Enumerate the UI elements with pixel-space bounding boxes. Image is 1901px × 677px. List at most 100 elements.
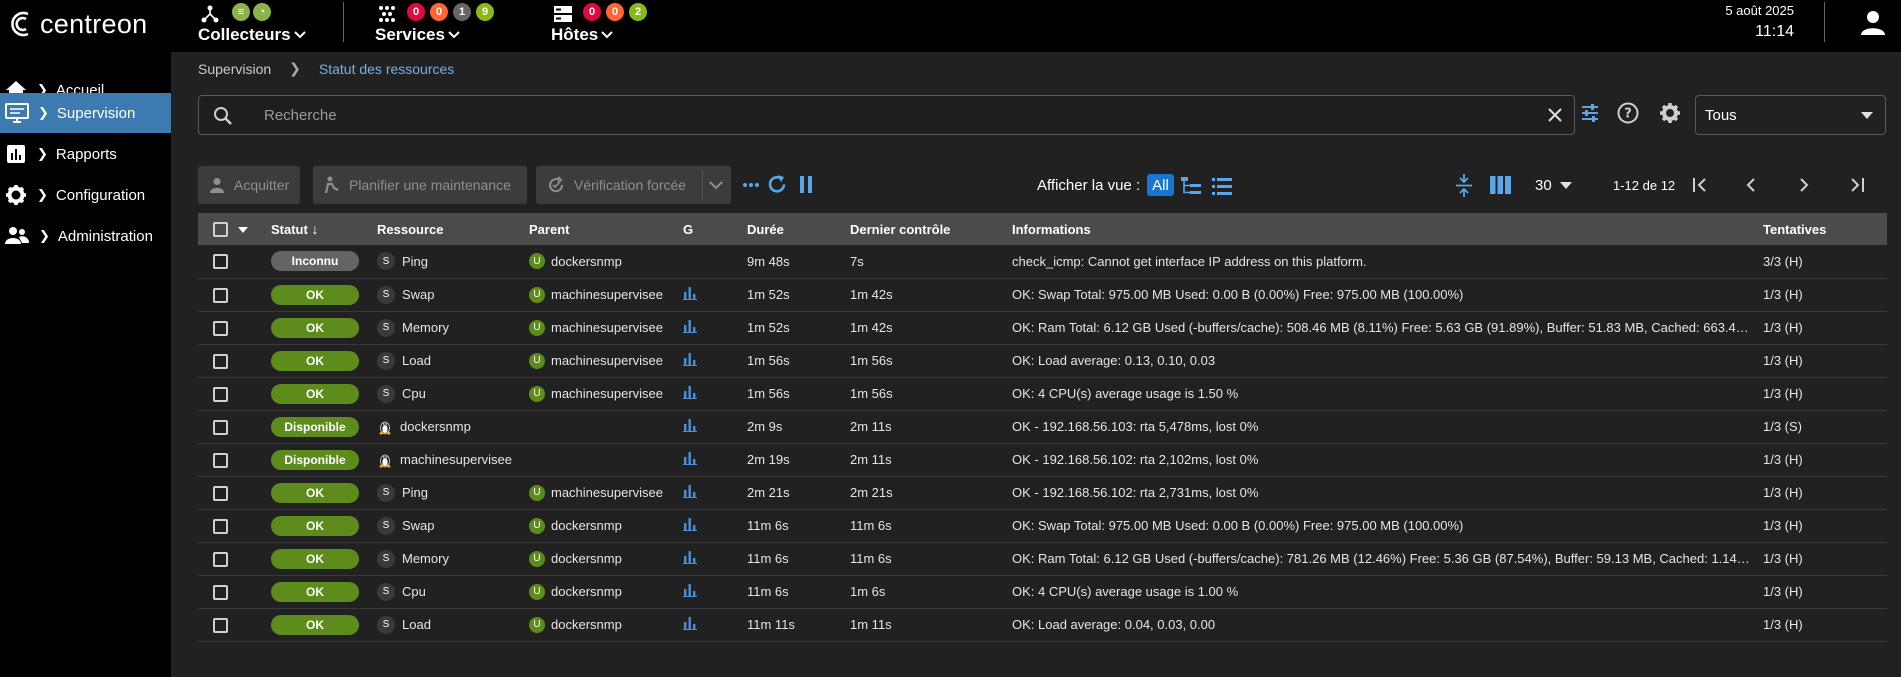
list-view-icon[interactable] (1211, 176, 1233, 196)
table-row[interactable]: Inconnu S Ping Udockersnmp 9m 48s 7s check_icm… (198, 245, 1887, 278)
row-checkbox[interactable] (213, 518, 228, 534)
resource-name[interactable]: Ping (402, 485, 428, 500)
row-checkbox[interactable] (213, 353, 228, 369)
compact-mode-icon[interactable] (1455, 173, 1473, 198)
row-checkbox[interactable] (213, 287, 228, 303)
table-row[interactable]: Disponible dockersnmp 2m 9s 2m 11s OK - 192.… (198, 410, 1887, 443)
row-checkbox[interactable] (213, 617, 228, 633)
select-all-checkbox[interactable] (213, 222, 228, 238)
centreon-logo[interactable]: centreon (8, 6, 147, 42)
sidebar-item-administration[interactable]: ❯ Administration (0, 217, 171, 255)
resource-name[interactable]: Swap (402, 287, 435, 302)
select-all-header[interactable] (198, 213, 271, 245)
parent-name[interactable]: dockersnmp (551, 584, 622, 599)
table-row[interactable]: OK S Swap Udockersnmp 11m 6s 11m 6s OK: Swap T… (198, 509, 1887, 542)
parent-name[interactable]: machinesupervisee (551, 320, 663, 335)
pollers-menu[interactable]: ≡ ◔ Collecteurs (198, 0, 318, 52)
rows-per-page-select[interactable]: 30 (1535, 177, 1572, 194)
refresh-icon[interactable] (767, 174, 788, 195)
caret-down-icon[interactable] (237, 226, 248, 233)
table-row[interactable]: Disponible machinesupervisee 2m 19s 2m 11s O… (198, 443, 1887, 476)
first-page-icon[interactable] (1692, 178, 1708, 192)
services-ok-count[interactable]: 9 (476, 3, 494, 21)
services-warning-count[interactable]: 0 (430, 3, 448, 21)
resource-name[interactable]: Load (402, 617, 431, 632)
chevron-down-icon[interactable] (709, 181, 723, 190)
help-icon[interactable]: ? (1617, 102, 1639, 124)
header-graph[interactable]: G (683, 213, 747, 245)
filter-select[interactable]: Tous (1695, 95, 1886, 135)
header-status[interactable]: Statut ↓ (271, 213, 377, 245)
resource-name[interactable]: Cpu (402, 386, 426, 401)
services-critical-count[interactable]: 0 (407, 3, 425, 21)
schedule-downtime-button[interactable]: Planifier une maintenance (313, 166, 527, 204)
breadcrumb-parent[interactable]: Supervision (198, 61, 271, 77)
search-field[interactable]: Recherche (198, 95, 1575, 135)
header-tries[interactable]: Tentatives (1763, 213, 1887, 245)
resource-name[interactable]: Ping (402, 254, 428, 269)
acknowledge-button[interactable]: Acquitter (198, 166, 300, 204)
graph-icon[interactable] (683, 352, 697, 366)
header-parent[interactable]: Parent (529, 213, 683, 245)
more-actions-icon[interactable] (742, 182, 760, 188)
view-all-button[interactable]: All (1147, 174, 1174, 196)
header-duration[interactable]: Durée (747, 213, 850, 245)
graph-icon[interactable] (683, 319, 697, 333)
hosts-up-count[interactable]: 2 (629, 3, 647, 21)
graph-icon[interactable] (683, 550, 697, 564)
breadcrumb-current[interactable]: Statut des ressources (319, 61, 454, 77)
table-row[interactable]: OK S Memory Udockersnmp 11m 6s 11m 6s OK: Ram … (198, 542, 1887, 575)
hosts-down-count[interactable]: 0 (583, 3, 601, 21)
next-page-icon[interactable] (1798, 178, 1810, 192)
row-checkbox[interactable] (213, 419, 228, 435)
resource-name[interactable]: Memory (402, 551, 449, 566)
graph-icon[interactable] (683, 484, 697, 498)
sidebar-item-configuration[interactable]: ❯ Configuration (0, 176, 171, 214)
hosts-unreachable-count[interactable]: 0 (606, 3, 624, 21)
graph-icon[interactable] (683, 286, 697, 300)
forced-check-button[interactable]: Vérification forcée (536, 166, 731, 204)
graph-icon[interactable] (683, 418, 697, 432)
table-row[interactable]: OK S Ping Umachinesupervisee 2m 21s 2m 21s OK … (198, 476, 1887, 509)
graph-icon[interactable] (683, 517, 697, 531)
table-row[interactable]: OK S Swap Umachinesupervisee 1m 52s 1m 42s OK:… (198, 278, 1887, 311)
tree-view-icon[interactable] (1180, 176, 1202, 196)
sidebar-item-supervision[interactable]: ❯ Supervision (0, 93, 171, 133)
table-row[interactable]: OK S Memory Umachinesupervisee 1m 52s 1m 42s O… (198, 311, 1887, 344)
graph-icon[interactable] (683, 583, 697, 597)
resource-name[interactable]: Memory (402, 320, 449, 335)
hosts-menu[interactable]: 0 0 2 Hôtes (551, 0, 661, 52)
sidebar-item-rapports[interactable]: ❯ Rapports (0, 135, 171, 173)
resource-name[interactable]: Load (402, 353, 431, 368)
graph-icon[interactable] (683, 451, 697, 465)
row-checkbox[interactable] (213, 452, 228, 468)
table-row[interactable]: OK S Load Umachinesupervisee 1m 56s 1m 56s OK:… (198, 344, 1887, 377)
filter-settings-icon[interactable] (1580, 103, 1600, 123)
table-row[interactable]: OK S Cpu Udockersnmp 11m 6s 1m 6s OK: 4 CPU(s)… (198, 575, 1887, 608)
parent-name[interactable]: machinesupervisee (551, 485, 663, 500)
row-checkbox[interactable] (213, 386, 228, 402)
parent-name[interactable]: machinesupervisee (551, 287, 663, 302)
services-unknown-count[interactable]: 1 (453, 3, 471, 21)
parent-name[interactable]: machinesupervisee (551, 353, 663, 368)
table-row[interactable]: OK S Cpu Umachinesupervisee 1m 56s 1m 56s OK: … (198, 377, 1887, 410)
header-resource[interactable]: Ressource (377, 213, 529, 245)
header-information[interactable]: Informations (1012, 213, 1763, 245)
clear-search-icon[interactable] (1546, 106, 1564, 124)
resource-name[interactable]: Swap (402, 518, 435, 533)
row-checkbox[interactable] (213, 584, 228, 600)
resource-name[interactable]: Cpu (402, 584, 426, 599)
pause-icon[interactable] (797, 175, 815, 194)
resource-name[interactable]: machinesupervisee (400, 452, 512, 467)
last-page-icon[interactable] (1849, 178, 1865, 192)
parent-name[interactable]: dockersnmp (551, 551, 622, 566)
parent-name[interactable]: dockersnmp (551, 617, 622, 632)
gear-icon[interactable] (1659, 102, 1681, 124)
header-last-check[interactable]: Dernier contrôle (850, 213, 1012, 245)
row-checkbox[interactable] (213, 320, 228, 336)
parent-name[interactable]: dockersnmp (551, 518, 622, 533)
row-checkbox[interactable] (213, 551, 228, 567)
columns-icon[interactable] (1490, 176, 1511, 194)
table-row[interactable]: OK S Load Udockersnmp 11m 11s 1m 11s OK: Load … (198, 608, 1887, 641)
user-profile-icon[interactable] (1859, 8, 1887, 36)
